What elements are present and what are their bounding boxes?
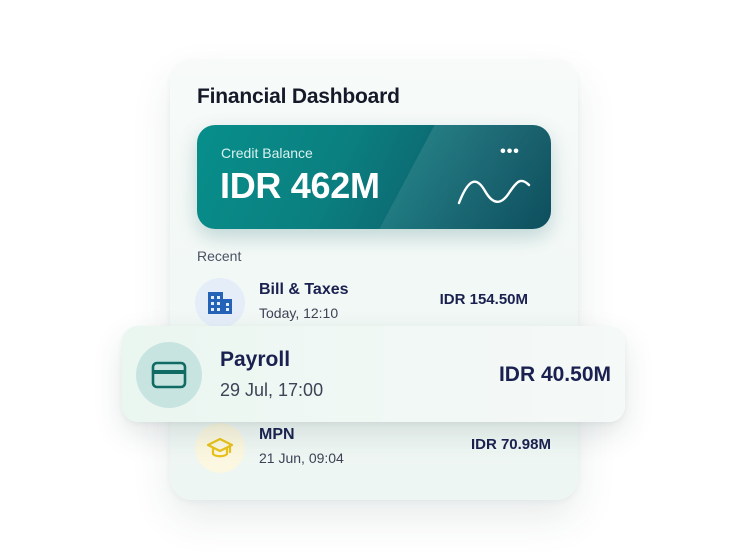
credit-balance-amount: IDR 462M	[220, 165, 380, 206]
payroll-amount: IDR 40.50M	[498, 363, 611, 386]
transaction-name: MPN	[259, 426, 295, 443]
stage: Financial Dashboard Credit Balance IDR 4…	[0, 0, 750, 560]
transaction-amount: IDR 154.50M	[439, 291, 528, 308]
payroll-date: 29 Jul, 17:00	[220, 380, 324, 400]
more-horizontal-icon: •••	[500, 143, 520, 160]
graduation-cap-icon	[206, 437, 234, 458]
transaction-avatar	[195, 278, 245, 328]
payroll-avatar	[136, 342, 202, 408]
credit-card-icon	[151, 361, 187, 389]
transaction-avatar	[195, 423, 245, 473]
payroll-name: Payroll	[220, 348, 291, 371]
transaction-name: Bill & Taxes	[259, 281, 349, 298]
payroll-transaction-highlight[interactable]: Payroll 29 Jul, 17:00 IDR 40.50M	[122, 326, 625, 422]
building-icon	[208, 292, 232, 314]
financial-dashboard-card: Financial Dashboard Credit Balance IDR 4…	[170, 60, 578, 500]
transaction-date: Today, 12:10	[259, 305, 339, 321]
transaction-item-bill-taxes[interactable]: Bill & Taxes Today, 12:10 IDR 154.50M	[195, 276, 555, 330]
credit-balance-label: Credit Balance	[221, 145, 313, 161]
dashboard-title: Financial Dashboard	[197, 85, 400, 108]
transaction-item-mpn[interactable]: MPN 21 Jun, 09:04 IDR 70.98M	[195, 421, 555, 475]
recent-label: Recent	[197, 248, 242, 264]
transaction-date: 21 Jun, 09:04	[259, 450, 344, 466]
more-options-button[interactable]: •••	[495, 141, 525, 163]
transaction-amount: IDR 70.98M	[470, 436, 551, 453]
credit-balance-card[interactable]: Credit Balance IDR 462M •••	[197, 125, 551, 229]
wave-trend-icon	[457, 179, 531, 205]
